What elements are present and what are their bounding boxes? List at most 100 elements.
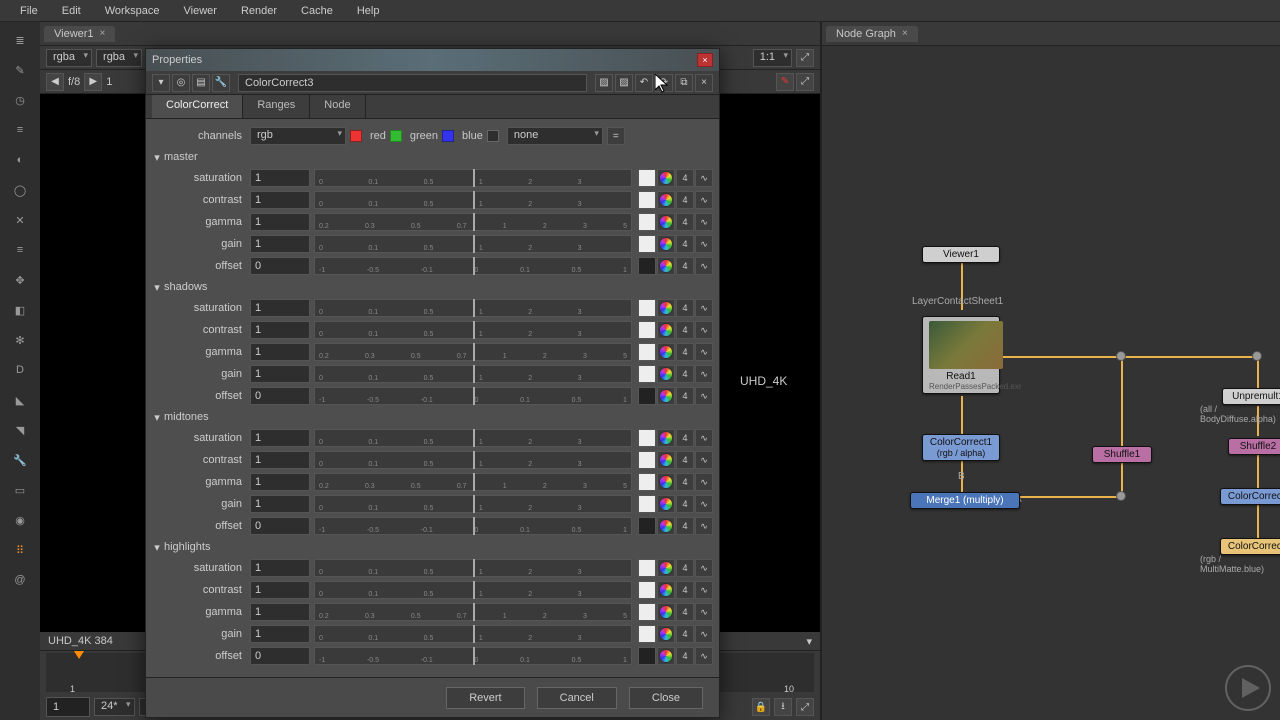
swirl-icon[interactable]: @ [8,568,32,592]
swatch-icon[interactable] [638,213,656,231]
keyframe-marker-icon[interactable] [74,651,84,659]
midtones-offset-slider[interactable]: -1-0.5-0.100.10.51 [314,517,632,535]
dialog-close-icon[interactable]: × [697,53,713,67]
swatch-icon[interactable] [638,191,656,209]
shadows-offset-input[interactable] [250,387,310,405]
midtones-contrast-slider[interactable]: 00.10.5123 [314,451,632,469]
midtones-contrast-input[interactable] [250,451,310,469]
channels-select[interactable]: rgb [250,127,346,145]
redo-icon[interactable]: ↷ [655,74,673,92]
four-icon[interactable]: 4 [676,451,694,469]
slider-handle[interactable] [473,299,475,317]
four-icon[interactable]: 4 [676,343,694,361]
colorwheel-icon[interactable] [657,581,675,599]
compass-icon[interactable]: ✕ [8,208,32,232]
slider-handle[interactable] [473,321,475,339]
cancel-button[interactable]: Cancel [537,687,617,709]
dot-node[interactable] [1116,351,1126,361]
slider-handle[interactable] [473,451,475,469]
highlights-contrast-slider[interactable]: 00.10.5123 [314,581,632,599]
colorwheel-icon[interactable] [657,517,675,535]
midtones-offset-input[interactable] [250,517,310,535]
move-icon[interactable]: ✥ [8,268,32,292]
cube-icon[interactable]: ◧ [8,298,32,322]
colorwheel-icon[interactable] [657,625,675,643]
read-node[interactable]: Read1 RenderPassesPacked.exr [922,316,1000,394]
midtones-gamma-input[interactable] [250,473,310,491]
slider-handle[interactable] [473,603,475,621]
red-checkbox[interactable] [350,130,362,142]
swatch-icon[interactable] [638,365,656,383]
curve-icon[interactable]: ∿ [695,387,713,405]
curve-icon[interactable]: ∿ [695,647,713,665]
swatch-icon[interactable] [638,647,656,665]
collapse-icon[interactable]: ▾ [152,74,170,92]
midtones-saturation-slider[interactable]: 00.10.5123 [314,429,632,447]
current-frame-input[interactable] [46,697,90,717]
menu-icon[interactable]: ≣ [8,28,32,52]
blue-checkbox[interactable] [442,130,454,142]
colorwheel-icon[interactable] [657,299,675,317]
shuffle1-node[interactable]: Shuffle1 [1092,446,1152,463]
curve-icon[interactable]: ∿ [695,603,713,621]
swatch-icon[interactable] [638,343,656,361]
section-shadows[interactable]: ▾shadows [150,277,713,297]
swatch-icon[interactable] [638,517,656,535]
slider-handle[interactable] [473,625,475,643]
curve-icon[interactable]: ∿ [695,559,713,577]
zoom-select[interactable]: 1:1 [753,49,792,67]
master-gain-input[interactable] [250,235,310,253]
colorwheel-icon[interactable] [657,235,675,253]
four-icon[interactable]: 4 [676,321,694,339]
tag-icon[interactable]: ◥ [8,418,32,442]
menu-cache[interactable]: Cache [291,3,343,19]
slider-handle[interactable] [473,235,475,253]
midtones-saturation-input[interactable] [250,429,310,447]
gradient-icon[interactable]: ◉ [8,508,32,532]
menu-viewer[interactable]: Viewer [174,3,227,19]
dot-node[interactable] [1116,491,1126,501]
clock-icon[interactable]: ◷ [8,88,32,112]
slider-handle[interactable] [473,257,475,275]
swatch-icon[interactable] [638,473,656,491]
shadows-gain-input[interactable] [250,365,310,383]
colorwheel-icon[interactable] [657,451,675,469]
four-icon[interactable]: 4 [676,603,694,621]
circle-icon[interactable]: ◯ [8,178,32,202]
four-icon[interactable]: 4 [676,191,694,209]
brush-icon[interactable]: ✎ [8,58,32,82]
colorwheel-icon[interactable] [657,343,675,361]
colorwheel-icon[interactable] [657,603,675,621]
four-icon[interactable]: 4 [676,387,694,405]
master-gain-slider[interactable]: 00.10.5123 [314,235,632,253]
menu-workspace[interactable]: Workspace [95,3,170,19]
menu-file[interactable]: File [10,3,48,19]
midtones-gamma-slider[interactable]: 0.20.30.50.71235 [314,473,632,491]
colorwheel-icon[interactable] [657,429,675,447]
section-midtones[interactable]: ▾midtones [150,407,713,427]
shadows-offset-slider[interactable]: -1-0.5-0.100.10.51 [314,387,632,405]
curve-icon[interactable]: ∿ [695,495,713,513]
curve-icon[interactable]: ∿ [695,213,713,231]
curve-icon[interactable]: ∿ [695,343,713,361]
four-icon[interactable]: 4 [676,647,694,665]
curve-icon[interactable]: ∿ [695,299,713,317]
folder-nav-icon[interactable]: ▤ [192,74,210,92]
highlights-offset-slider[interactable]: -1-0.5-0.100.10.51 [314,647,632,665]
mask-select[interactable]: none [507,127,603,145]
close-icon[interactable]: × [100,28,106,39]
target-icon[interactable]: ◎ [172,74,190,92]
revert-button[interactable]: Revert [446,687,524,709]
tab-ranges[interactable]: Ranges [243,95,310,118]
master-offset-slider[interactable]: -1-0.5-0.100.10.51 [314,257,632,275]
master-contrast-input[interactable] [250,191,310,209]
swatch-icon[interactable] [638,235,656,253]
timeline-opts-icon[interactable]: ⤢ [796,698,814,716]
section-highlights[interactable]: ▾highlights [150,537,713,557]
slider-handle[interactable] [473,559,475,577]
slider-handle[interactable] [473,517,475,535]
four-icon[interactable]: 4 [676,495,694,513]
framerate-select[interactable]: 24* [94,698,135,716]
slice-icon[interactable]: ◣ [8,388,32,412]
chevron-down-icon[interactable]: ▾ [806,635,812,648]
